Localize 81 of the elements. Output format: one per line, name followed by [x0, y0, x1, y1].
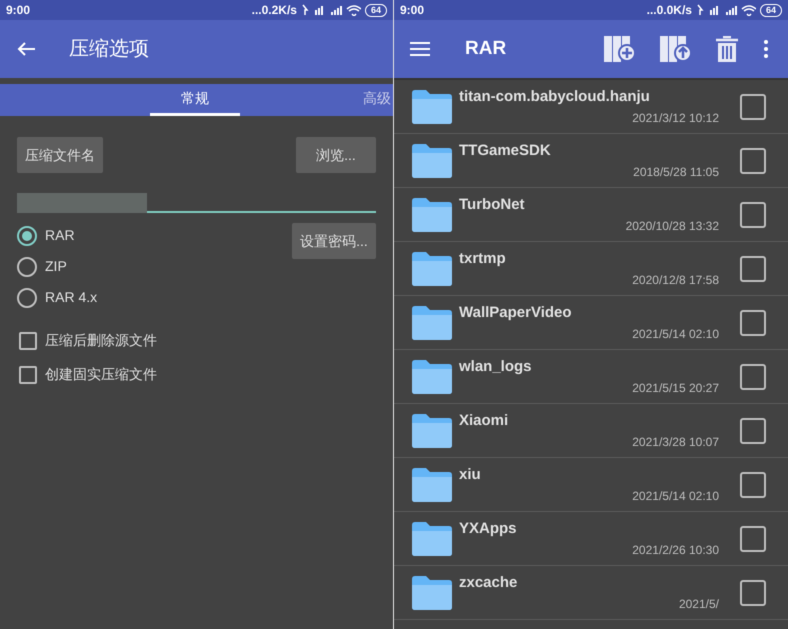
modified-date: 2021/2/26 10:30 — [632, 542, 719, 558]
folder-icon — [412, 306, 452, 340]
radio-button[interactable] — [17, 256, 37, 276]
format-label: ZIP — [45, 257, 67, 276]
folder-icon — [412, 144, 452, 178]
file-list-row[interactable]: WallPaperVideo 2021/5/14 02:10 — [394, 296, 788, 350]
file-list-row[interactable]: zxcache 2021/5/ — [394, 566, 788, 620]
file-list-row[interactable]: TTGameSDK 2018/5/28 11:05 — [394, 134, 788, 188]
folder-icon — [412, 252, 452, 286]
option-label: 压缩后删除源文件 — [45, 331, 157, 350]
folder-icon — [412, 522, 452, 556]
folder-name: WallPaperVideo — [459, 304, 573, 322]
radio-button[interactable] — [17, 288, 37, 308]
checkbox[interactable] — [740, 94, 766, 120]
format-label: RAR 4.x — [45, 288, 98, 307]
folder-icon — [412, 576, 452, 610]
checkbox[interactable] — [19, 332, 37, 350]
archive-name-button[interactable]: 压缩文件名 — [17, 137, 103, 173]
modified-date: 2021/5/ — [678, 596, 719, 612]
clock-time: 9:00 — [6, 2, 30, 19]
network-speed: ...0.2K/s — [252, 2, 297, 19]
file-list-row[interactable]: YXApps 2021/2/26 10:30 — [394, 512, 788, 566]
modified-date: 2020/10/28 13:32 — [626, 218, 719, 234]
battery-level: 64 — [760, 4, 782, 16]
file-list-row[interactable]: xiu 2021/5/14 02:10 — [394, 458, 788, 512]
checkbox[interactable] — [740, 472, 766, 498]
file-list-row[interactable]: titan-com.babycloud.hanju 2021/3/12 10:12 — [394, 80, 788, 134]
folder-name: TurboNet — [459, 196, 526, 214]
format-label: RAR — [45, 226, 75, 245]
checkbox[interactable] — [740, 364, 766, 390]
clock-time: 9:00 — [400, 2, 424, 19]
archive-upload-icon[interactable] — [660, 36, 692, 62]
folder-name: xiu — [459, 466, 482, 484]
checkbox[interactable] — [740, 202, 766, 228]
file-list-row[interactable]: txrtmp 2020/12/8 17:58 — [394, 242, 788, 296]
archive-add-icon[interactable] — [604, 36, 636, 62]
modified-date: 2018/5/28 11:05 — [633, 164, 719, 180]
set-password-button[interactable]: 设置密码... — [292, 223, 376, 259]
tab[interactable]: 高级 — [363, 84, 393, 116]
file-list-row[interactable]: TurboNet 2020/10/28 13:32 — [394, 188, 788, 242]
folder-icon — [412, 90, 452, 124]
folder-icon — [412, 468, 452, 502]
modified-date: 2021/5/15 20:27 — [632, 380, 719, 396]
checkbox[interactable] — [740, 418, 766, 444]
checkbox[interactable] — [740, 526, 766, 552]
folder-name: TTGameSDK — [459, 142, 552, 160]
network-speed: ...0.0K/s — [646, 2, 692, 19]
signal-icon — [300, 4, 361, 16]
modified-date: 2021/3/12 10:12 — [632, 110, 719, 126]
browse-button[interactable]: 浏览... — [296, 137, 376, 173]
folder-name: YXApps — [459, 520, 518, 538]
menu-icon[interactable] — [410, 42, 430, 56]
file-list-row[interactable]: Xiaomi 2021/3/28 10:07 — [394, 404, 788, 458]
folder-name: titan-com.babycloud.hanju — [459, 88, 651, 106]
folder-name: txrtmp — [459, 250, 507, 268]
more-options-icon[interactable] — [764, 40, 768, 58]
battery-level: 64 — [364, 4, 387, 16]
folder-icon — [412, 360, 452, 394]
checkbox[interactable] — [740, 256, 766, 282]
checkbox[interactable] — [740, 580, 766, 606]
option-label: 创建固实压缩文件 — [45, 365, 157, 384]
trash-icon[interactable] — [716, 36, 738, 62]
screen-title: RAR — [465, 36, 506, 61]
modified-date: 2020/12/8 17:58 — [632, 272, 719, 288]
tab[interactable]: 常规 — [150, 84, 240, 116]
folder-name: zxcache — [459, 574, 518, 592]
back-arrow-icon[interactable] — [16, 41, 36, 57]
folder-name: Xiaomi — [459, 412, 510, 430]
modified-date: 2021/5/14 02:10 — [632, 488, 719, 504]
modified-date: 2021/3/28 10:07 — [632, 434, 719, 450]
checkbox[interactable] — [740, 148, 766, 174]
folder-icon — [412, 414, 452, 448]
folder-icon — [412, 198, 452, 232]
checkbox[interactable] — [19, 366, 37, 384]
signal-icon — [696, 4, 756, 16]
screen-title: 压缩选项 — [69, 37, 149, 62]
radio-button[interactable] — [17, 226, 37, 246]
folder-name: wlan_logs — [459, 358, 533, 376]
modified-date: 2021/5/14 02:10 — [632, 326, 719, 342]
checkbox[interactable] — [740, 310, 766, 336]
file-list-row[interactable]: wlan_logs 2021/5/15 20:27 — [394, 350, 788, 404]
